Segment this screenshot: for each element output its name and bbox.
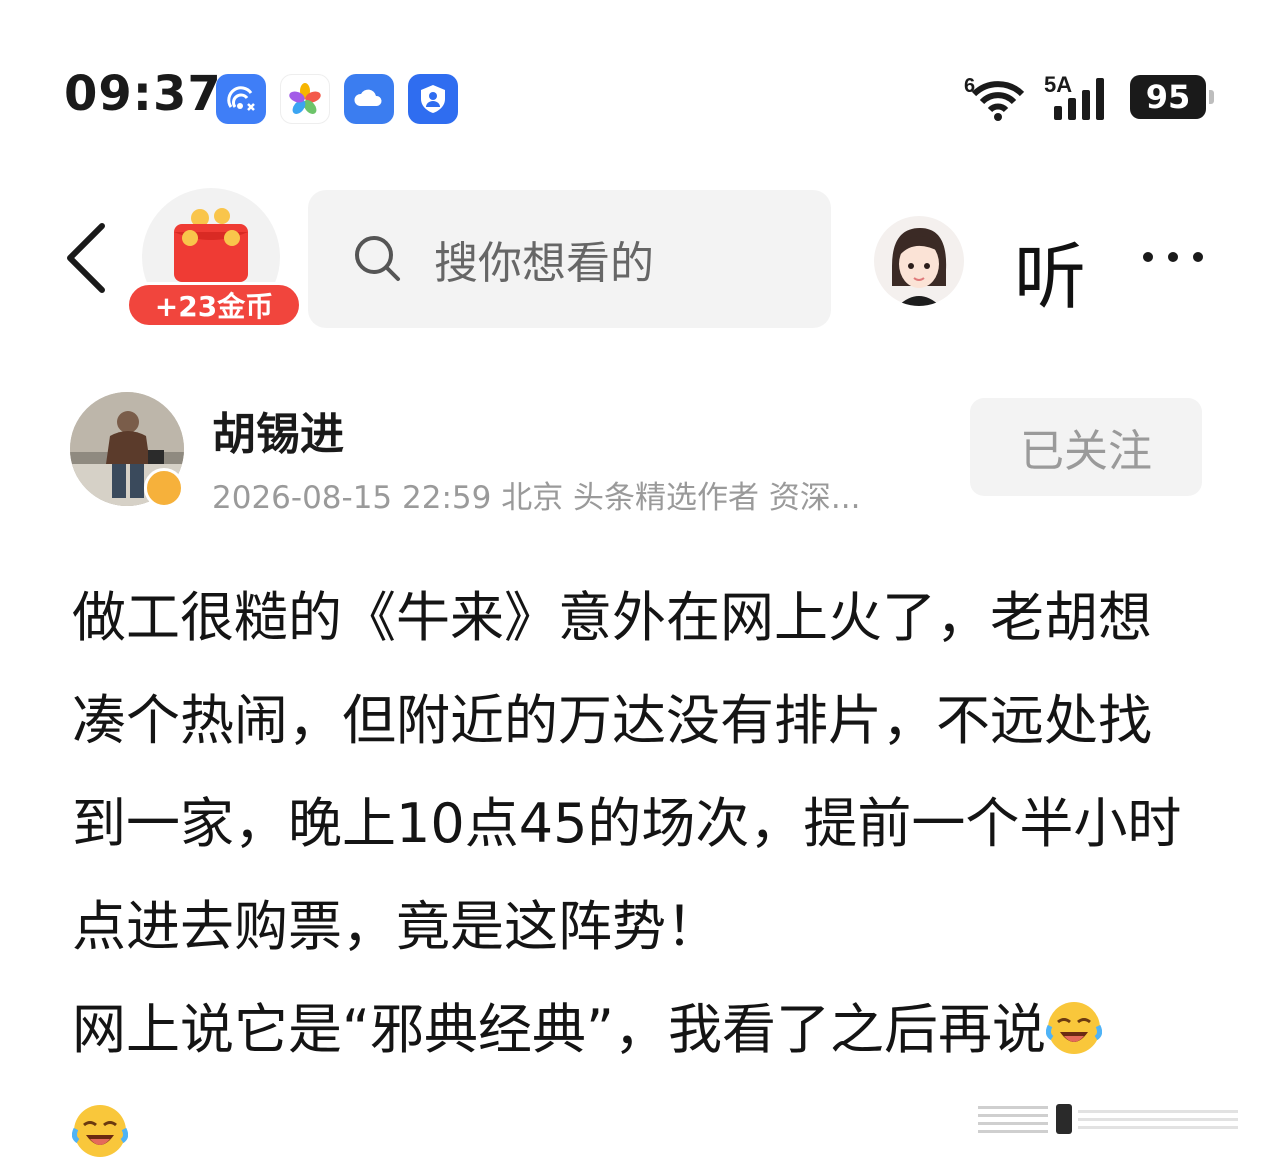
- laughing-crying-emoji-icon: [72, 1105, 128, 1157]
- wifi-icon: 6: [964, 75, 1025, 121]
- chevron-left-icon[interactable]: [58, 218, 114, 298]
- cellular-signal-icon: 5A: [1044, 72, 1104, 120]
- follow-button[interactable]: 已关注: [970, 398, 1202, 496]
- photos-icon: [280, 74, 330, 124]
- clock: 09:37: [64, 66, 222, 122]
- listen-button[interactable]: 听: [1014, 218, 1086, 323]
- battery-indicator: 95: [1130, 75, 1214, 119]
- verified-badge-icon: [144, 468, 184, 508]
- article-text-2: 网上说它是“邪典经典”，我看了之后再说: [72, 998, 1046, 1061]
- laughing-crying-emoji-icon: [1045, 1002, 1102, 1054]
- cloud-icon: [344, 74, 394, 124]
- system-indicators: 6 5A 95: [964, 72, 1214, 122]
- status-bar: 09:37 6 5A 95: [0, 0, 1272, 190]
- accessibility-icon: [216, 74, 266, 124]
- notification-icons: [216, 74, 458, 124]
- svg-text:6: 6: [964, 75, 975, 97]
- article-paragraph: 做工很糙的《牛来》意外在网上火了，老胡想凑个热闹，但附近的万达没有排片，不远处找…: [72, 566, 1202, 978]
- red-packet-icon: [174, 208, 248, 282]
- svg-text:5A: 5A: [1044, 72, 1072, 97]
- coin-reward-badge: +23金币: [126, 282, 302, 328]
- assistant-face-icon: [892, 228, 947, 306]
- search-bar[interactable]: 搜你想看的: [308, 190, 831, 328]
- top-nav: +23金币 搜你想看的 听: [0, 186, 1272, 336]
- article-body: 做工很糙的《牛来》意外在网上火了，老胡想凑个热闹，但附近的万达没有排片，不远处找…: [72, 566, 1202, 1161]
- post-meta: 2026-08-15 22:59 北京 头条精选作者 资深...: [212, 480, 861, 516]
- search-placeholder: 搜你想看的: [434, 238, 654, 289]
- watermark-lines: [978, 1104, 1238, 1134]
- author-header: 胡锡进 2026-08-15 22:59 北京 头条精选作者 资深... 已关注: [0, 380, 1272, 520]
- assistant-avatar[interactable]: [874, 216, 964, 306]
- search-icon: [355, 236, 400, 281]
- more-dots-icon[interactable]: [1140, 242, 1206, 272]
- author-name[interactable]: 胡锡进: [212, 398, 344, 462]
- security-icon: [408, 74, 458, 124]
- reward-button[interactable]: +23金币: [126, 186, 306, 334]
- article-text-1: 做工很糙的《牛来》意外在网上火了，老胡想凑个热闹，但附近的万达没有排片，不远处找…: [72, 586, 1182, 958]
